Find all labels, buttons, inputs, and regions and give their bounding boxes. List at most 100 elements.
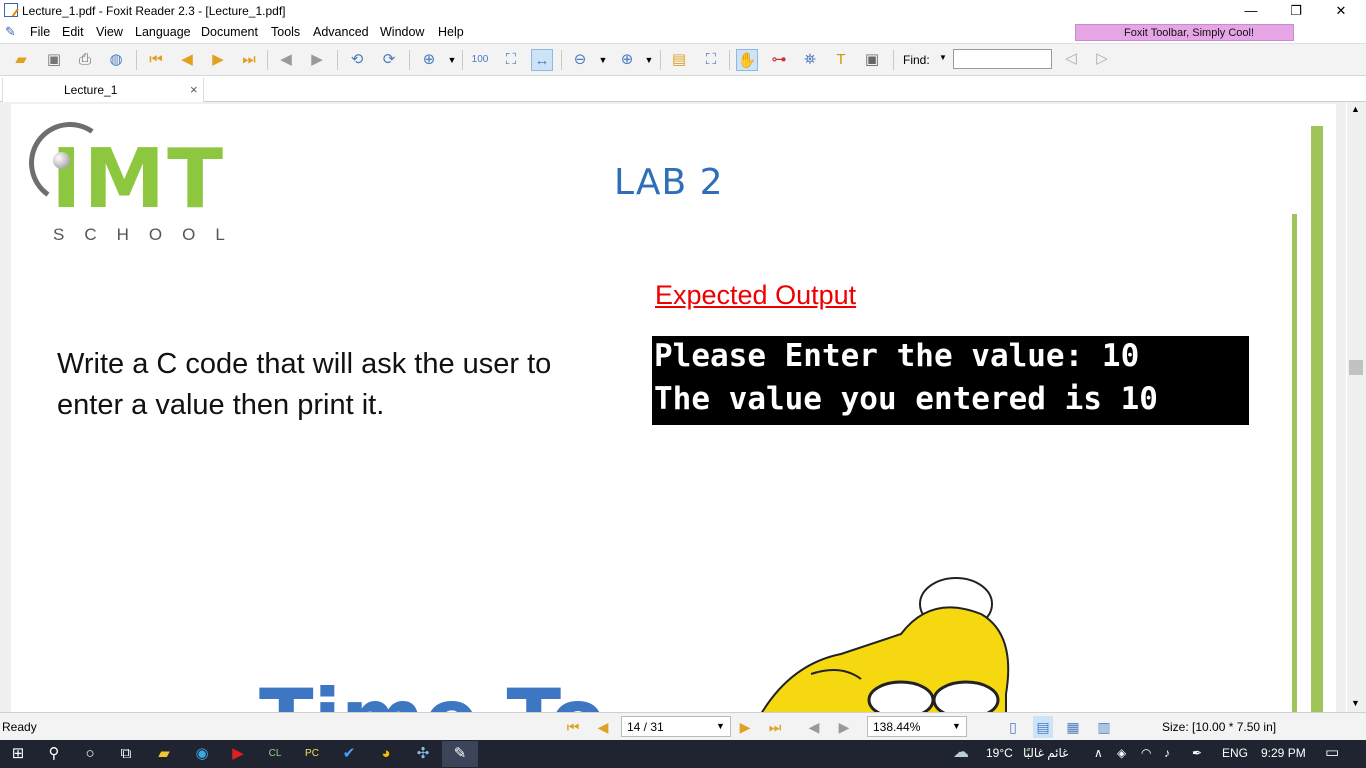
meet-now-icon[interactable]: ◈ bbox=[1117, 746, 1126, 760]
next-page-icon[interactable]: ▶ bbox=[207, 49, 229, 71]
camera-icon[interactable]: ▣ bbox=[861, 49, 883, 71]
restore-button[interactable]: ❐ bbox=[1273, 0, 1319, 22]
zoom-level-dropdown-icon[interactable]: ▼ bbox=[952, 721, 961, 731]
rotate-right-icon[interactable]: ⟳ bbox=[378, 49, 400, 71]
find-options-dropdown-icon[interactable]: ▼ bbox=[939, 53, 947, 62]
previous-page-icon[interactable]: ◀ bbox=[176, 49, 198, 71]
zoom-level-field[interactable]: 138.44% ▼ bbox=[867, 716, 967, 737]
status-next-page-icon[interactable]: ▶ bbox=[735, 716, 755, 738]
logo-dot bbox=[53, 152, 70, 169]
page-number-field[interactable]: 14 / 31 ▼ bbox=[621, 716, 731, 737]
minimize-button[interactable]: — bbox=[1228, 0, 1274, 22]
menu-help[interactable]: Help bbox=[438, 25, 464, 39]
menu-advanced[interactable]: Advanced bbox=[313, 25, 369, 39]
zoom-out-dropdown-icon[interactable]: ▼ bbox=[592, 49, 614, 71]
single-page-icon[interactable]: ▯ bbox=[1003, 716, 1023, 738]
pycharm-icon[interactable]: PC bbox=[294, 741, 330, 767]
menu-document[interactable]: Document bbox=[201, 25, 258, 39]
menu-edit[interactable]: Edit bbox=[62, 25, 84, 39]
search-icon[interactable]: ⚲ bbox=[36, 741, 72, 767]
weather-description[interactable]: غائم غالبًا bbox=[1023, 746, 1068, 760]
find-binoculars-icon[interactable]: ⛯ bbox=[799, 49, 821, 71]
window-title: Lecture_1.pdf - Foxit Reader 2.3 - [Lect… bbox=[22, 4, 286, 18]
menu-view[interactable]: View bbox=[96, 25, 123, 39]
menu-tools[interactable]: Tools bbox=[271, 25, 300, 39]
rotate-left-icon[interactable]: ⟲ bbox=[346, 49, 368, 71]
bookmark-icon[interactable]: ▤ bbox=[668, 49, 690, 71]
zoom-dropdown-icon[interactable]: ▼ bbox=[441, 49, 463, 71]
language-indicator[interactable]: ENG bbox=[1222, 746, 1248, 760]
print-icon[interactable]: ⎙ bbox=[74, 49, 96, 71]
full-screen-icon[interactable]: ⛶ bbox=[700, 49, 722, 71]
status-last-page-icon[interactable]: ⏭ bbox=[765, 716, 785, 738]
hand-tool-icon[interactable]: ✋ bbox=[736, 49, 758, 71]
close-window-button[interactable]: ✕ bbox=[1318, 0, 1364, 22]
volume-icon[interactable]: ♪ bbox=[1164, 746, 1170, 760]
back-icon[interactable]: ◀ bbox=[275, 49, 297, 71]
weather-temperature[interactable]: 19°C bbox=[986, 746, 1013, 760]
menu-window[interactable]: Window bbox=[380, 25, 424, 39]
foxit-taskbar-icon[interactable]: ✎ bbox=[442, 741, 478, 767]
tab-close-icon[interactable]: × bbox=[190, 82, 198, 97]
weather-icon[interactable]: ☁ bbox=[953, 742, 969, 762]
wifi-icon[interactable]: ◠ bbox=[1141, 746, 1151, 760]
edge-browser-icon[interactable]: ◉ bbox=[184, 741, 220, 767]
find-previous-icon[interactable]: ◁ bbox=[1060, 48, 1082, 70]
zoom-in-plus-icon[interactable]: ⊕ bbox=[616, 49, 638, 71]
find-input[interactable] bbox=[953, 49, 1052, 69]
status-previous-page-icon[interactable]: ◀ bbox=[593, 716, 613, 738]
todo-icon[interactable]: ✔ bbox=[331, 741, 367, 767]
promo-text: Foxit Toolbar, Simply Cool! bbox=[1124, 27, 1255, 39]
notifications-icon[interactable]: ▭ bbox=[1325, 743, 1339, 761]
zoom-out-icon[interactable]: ⊖ bbox=[569, 49, 591, 71]
snapshot-glasses-icon[interactable]: ⊶ bbox=[768, 49, 790, 71]
actual-size-icon[interactable]: 100 bbox=[469, 49, 491, 71]
status-forward-icon[interactable]: ▶ bbox=[834, 716, 854, 738]
last-page-icon[interactable]: ⏭ bbox=[238, 49, 260, 71]
forward-icon[interactable]: ▶ bbox=[306, 49, 328, 71]
status-back-icon[interactable]: ◀ bbox=[804, 716, 824, 738]
foxit-app-icon[interactable] bbox=[4, 3, 18, 17]
scroll-down-icon[interactable]: ▼ bbox=[1351, 698, 1360, 708]
web-icon[interactable]: ◍ bbox=[105, 49, 127, 71]
title-bar: Lecture_1.pdf - Foxit Reader 2.3 - [Lect… bbox=[0, 0, 1366, 22]
find-label: Find: bbox=[903, 53, 930, 67]
clock[interactable]: 9:29 PM bbox=[1261, 746, 1306, 760]
terminal-line: The value you entered is 10 bbox=[654, 381, 1158, 417]
find-next-icon[interactable]: ▷ bbox=[1091, 48, 1113, 70]
foxit-toolbar-promo[interactable]: Foxit Toolbar, Simply Cool! bbox=[1075, 24, 1294, 41]
file-explorer-icon[interactable]: ▰ bbox=[146, 741, 182, 767]
continuous-facing-icon[interactable]: ▥ bbox=[1094, 716, 1114, 738]
menu-file[interactable]: File bbox=[30, 25, 50, 39]
status-first-page-icon[interactable]: ⏮ bbox=[563, 716, 583, 738]
scroll-up-icon[interactable]: ▲ bbox=[1351, 104, 1360, 114]
vertical-scrollbar[interactable]: ▲ ▼ bbox=[1347, 102, 1366, 712]
open-icon[interactable]: ▰ bbox=[10, 49, 32, 71]
page-dropdown-icon[interactable]: ▼ bbox=[716, 721, 725, 731]
zoom-in-dropdown-icon[interactable]: ▼ bbox=[638, 49, 660, 71]
cortana-icon[interactable]: ○ bbox=[72, 741, 108, 767]
clion-icon[interactable]: CL bbox=[257, 741, 293, 767]
lab-title: LAB 2 bbox=[614, 162, 724, 203]
scrollbar-thumb[interactable] bbox=[1349, 360, 1363, 375]
document-icon[interactable]: ✎ bbox=[5, 24, 16, 40]
app-icon[interactable]: ✣ bbox=[405, 741, 441, 767]
continuous-page-icon[interactable]: ▤ bbox=[1033, 716, 1053, 738]
fit-width-icon[interactable]: ↔ bbox=[531, 49, 553, 71]
facing-page-icon[interactable]: ▦ bbox=[1063, 716, 1083, 738]
menu-language[interactable]: Language bbox=[135, 25, 191, 39]
zoom-in-icon[interactable]: ⊕ bbox=[418, 49, 440, 71]
task-view-icon[interactable]: ⧉ bbox=[108, 741, 144, 767]
decorative-green-bar bbox=[1311, 126, 1323, 712]
show-hidden-icons-icon[interactable]: ∧ bbox=[1094, 746, 1103, 760]
fit-page-icon[interactable]: ⛶ bbox=[500, 49, 522, 71]
pdf-page: IMT SCHOOL LAB 2 Expected Output Please … bbox=[11, 104, 1336, 712]
text-select-icon[interactable]: T bbox=[830, 49, 852, 71]
pen-icon[interactable]: ✒ bbox=[1192, 746, 1202, 760]
chrome-icon[interactable]: ◕ bbox=[368, 741, 404, 767]
windows-start-icon[interactable]: ⊞ bbox=[0, 741, 36, 767]
youtube-icon[interactable]: ▶ bbox=[220, 741, 256, 767]
cartoon-character-image bbox=[761, 577, 1010, 712]
first-page-icon[interactable]: ⏮ bbox=[145, 49, 167, 71]
save-icon[interactable]: ▣ bbox=[43, 49, 65, 71]
